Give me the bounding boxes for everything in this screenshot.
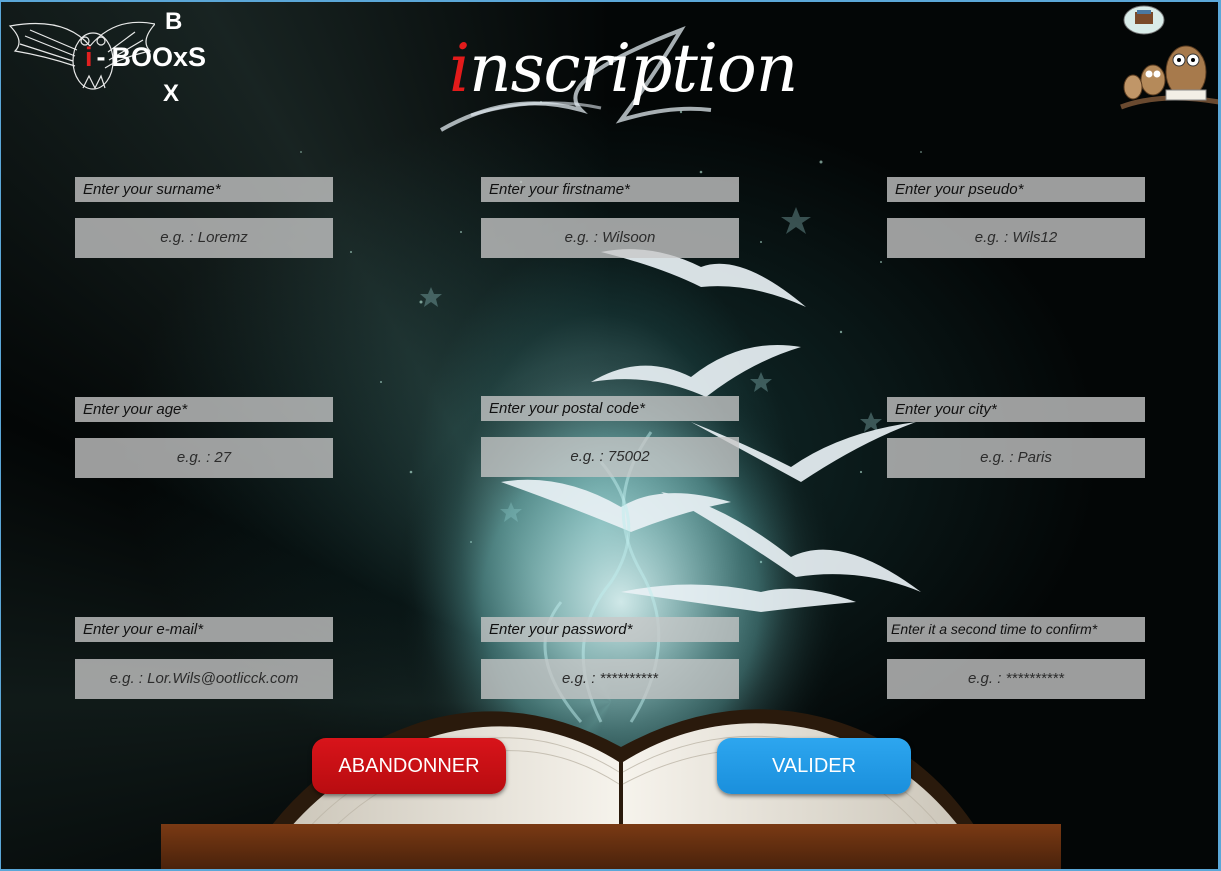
page-title-area: inscription <box>431 20 811 150</box>
city-label: Enter your city* <box>887 397 1145 422</box>
postal-code-label: Enter your postal code* <box>481 396 739 421</box>
age-label: Enter your age* <box>75 397 333 422</box>
page-title-first-letter: i <box>449 30 470 107</box>
email-input[interactable]: e.g. : Lor.Wils@ootlicck.com <box>75 659 333 699</box>
password-confirm-input[interactable]: e.g. : ********** <box>887 659 1145 699</box>
age-input[interactable]: e.g. : 27 <box>75 438 333 478</box>
brand-logo[interactable]: B i - BOOxS X <box>5 6 227 107</box>
city-input[interactable]: e.g. : Paris <box>887 438 1145 478</box>
cancel-button[interactable]: ABANDONNER <box>312 738 506 794</box>
pseudo-input[interactable]: e.g. : Wils12 <box>887 218 1145 258</box>
page-title: inscription <box>449 30 798 107</box>
logo-wordmark: i - BOOxS <box>85 42 207 73</box>
logo-letter-bottom: X <box>163 80 180 107</box>
wooden-desk <box>161 824 1061 869</box>
firstname-input[interactable]: e.g. : Wilsoon <box>481 218 739 258</box>
password-label: Enter your password* <box>481 617 739 642</box>
page-frame: B i - BOOxS X inscription Enter your surna… <box>0 0 1221 871</box>
pseudo-label: Enter your pseudo* <box>887 177 1145 202</box>
password-confirm-label: Enter it a second time to confirm* <box>887 617 1145 642</box>
logo-letter-top: B <box>165 8 183 35</box>
password-input[interactable]: e.g. : ********** <box>481 659 739 699</box>
page-title-rest: nscription <box>469 30 798 107</box>
logo-word: BOOxS <box>111 42 207 72</box>
logo-letter-i: i <box>85 42 93 72</box>
firstname-label: Enter your firstname* <box>481 177 739 202</box>
surname-label: Enter your surname* <box>75 177 333 202</box>
validate-button[interactable]: VALIDER <box>717 738 911 794</box>
owls-reading-icon <box>1120 5 1218 110</box>
postal-code-input[interactable]: e.g. : 75002 <box>481 437 739 477</box>
surname-input[interactable]: e.g. : Loremz <box>75 218 333 258</box>
email-label: Enter your e-mail* <box>75 617 333 642</box>
logo-dash: - <box>96 42 106 72</box>
